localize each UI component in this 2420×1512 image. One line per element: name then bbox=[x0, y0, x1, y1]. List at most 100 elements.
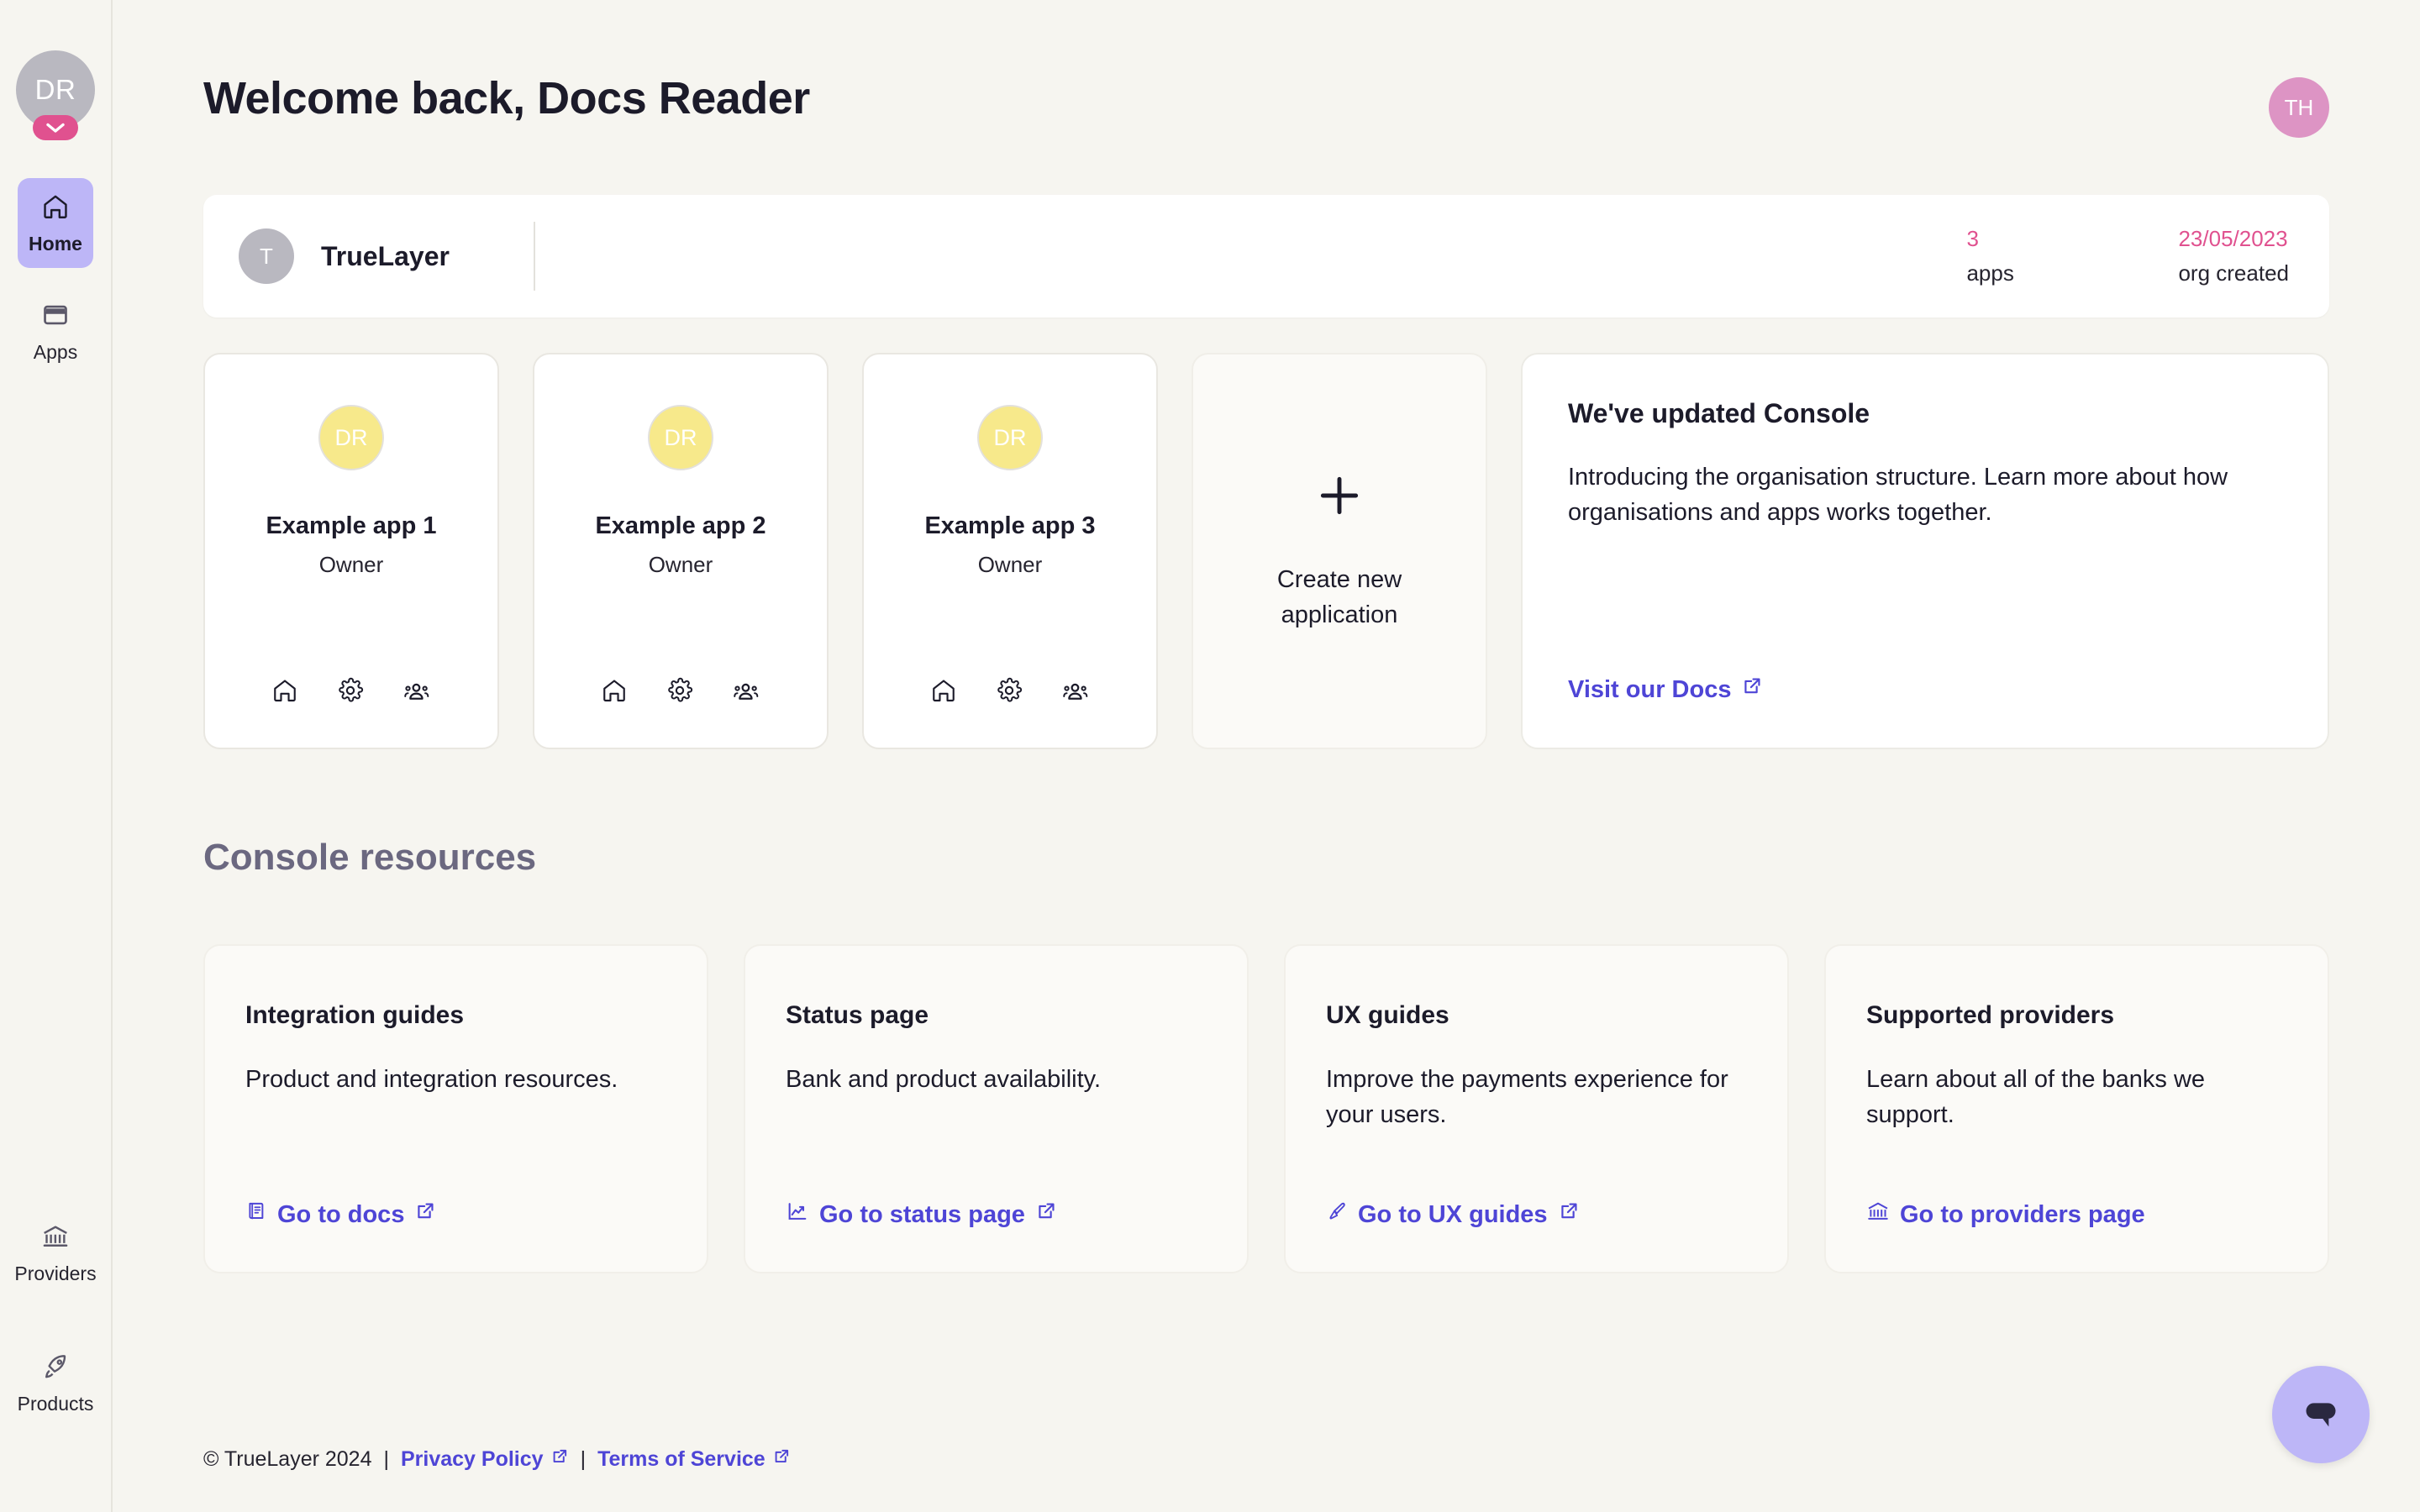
app-avatar-initials: DR bbox=[334, 424, 368, 450]
sidebar: DR Home Apps Providers Products bbox=[0, 0, 113, 1512]
sidebar-item-label: Apps bbox=[33, 341, 78, 363]
main-content: Welcome back, Docs Reader TH T TrueLayer… bbox=[113, 0, 2420, 1512]
external-link-icon bbox=[772, 1447, 791, 1472]
chart-line-icon bbox=[786, 1200, 809, 1230]
sidebar-item-label: Home bbox=[29, 233, 82, 255]
plus-icon bbox=[1313, 470, 1365, 532]
app-avatar-initials: DR bbox=[993, 424, 1027, 450]
go-to-docs-label: Go to docs bbox=[277, 1200, 405, 1228]
sidebar-item-providers[interactable]: Providers bbox=[14, 1208, 97, 1298]
resource-title: UX guides bbox=[1326, 1001, 1449, 1029]
organisation-logo-initial: T bbox=[260, 243, 273, 269]
app-avatar-initials: DR bbox=[664, 424, 697, 450]
organisation-stats: 3 apps 23/05/2023 org created bbox=[1966, 226, 2289, 286]
go-to-providers-page-link[interactable]: Go to providers page bbox=[1866, 1200, 2287, 1230]
gear-icon[interactable] bbox=[337, 677, 364, 706]
chat-bubble-icon bbox=[2297, 1389, 2344, 1441]
home-icon bbox=[41, 192, 70, 225]
home-icon[interactable] bbox=[271, 677, 298, 706]
page-header: Welcome back, Docs Reader TH bbox=[203, 72, 2329, 138]
console-home-page: DR Home Apps Providers Products Welcome … bbox=[0, 0, 2420, 1512]
stat-label: apps bbox=[1966, 260, 2014, 286]
go-to-status-page-label: Go to status page bbox=[819, 1200, 1025, 1228]
account-avatar[interactable]: TH bbox=[2269, 77, 2329, 138]
app-card[interactable]: DR Example app 1 Owner bbox=[203, 353, 499, 749]
bank-icon bbox=[41, 1222, 70, 1255]
stat-org-created: 23/05/2023 org created bbox=[2178, 226, 2289, 286]
app-avatar: DR bbox=[648, 405, 713, 470]
resource-description: Improve the payments experience for your… bbox=[1326, 1066, 1728, 1129]
app-card[interactable]: DR Example app 3 Owner bbox=[862, 353, 1158, 749]
console-update-card: We've updated Console Introducing the or… bbox=[1521, 353, 2329, 749]
promo-body: Introducing the organisation structure. … bbox=[1568, 464, 2228, 527]
chat-launcher-button[interactable] bbox=[2272, 1366, 2370, 1463]
sidebar-item-home[interactable]: Home bbox=[18, 178, 93, 268]
resource-title: Status page bbox=[786, 1001, 929, 1029]
go-to-ux-guides-link[interactable]: Go to UX guides bbox=[1326, 1200, 1747, 1230]
resource-title: Supported providers bbox=[1866, 1001, 2115, 1029]
book-icon bbox=[245, 1200, 267, 1230]
app-role: Owner bbox=[977, 552, 1043, 577]
go-to-providers-page-label: Go to providers page bbox=[1900, 1200, 2145, 1228]
gear-icon[interactable] bbox=[666, 677, 693, 706]
page-title: Welcome back, Docs Reader bbox=[203, 73, 810, 123]
footer: © TrueLayer 2024 | Privacy Policy | Term… bbox=[203, 1447, 791, 1472]
applications-row: DR Example app 1 Owner DR Example app 2 … bbox=[203, 353, 2329, 749]
resource-description: Bank and product availability. bbox=[786, 1066, 1102, 1093]
home-icon[interactable] bbox=[601, 677, 628, 706]
footer-separator: | bbox=[383, 1447, 390, 1471]
sidebar-bottom-group: Providers Products bbox=[14, 1208, 97, 1428]
console-resources-title: Console resources bbox=[203, 837, 537, 878]
privacy-policy-link[interactable]: Privacy Policy bbox=[401, 1447, 569, 1472]
go-to-docs-link[interactable]: Go to docs bbox=[245, 1200, 666, 1230]
create-new-application-card[interactable]: Create new application bbox=[1192, 353, 1487, 749]
gear-icon[interactable] bbox=[996, 677, 1023, 706]
avatar-initials: DR bbox=[34, 74, 76, 105]
resource-description: Product and integration resources. bbox=[245, 1066, 618, 1093]
privacy-policy-label: Privacy Policy bbox=[401, 1447, 544, 1471]
external-link-icon bbox=[1741, 675, 1763, 704]
organisation-name: TrueLayer bbox=[321, 240, 450, 271]
app-avatar: DR bbox=[977, 405, 1043, 470]
app-actions bbox=[271, 677, 431, 706]
app-avatar: DR bbox=[318, 405, 384, 470]
user-avatar-menu[interactable]: DR bbox=[16, 50, 95, 140]
go-to-status-page-link[interactable]: Go to status page bbox=[786, 1200, 1207, 1230]
sidebar-item-label: Products bbox=[17, 1393, 94, 1415]
copyright-text: © TrueLayer 2024 bbox=[203, 1447, 372, 1471]
resource-card-status-page: Status page Bank and product availabilit… bbox=[744, 944, 1249, 1273]
external-link-icon bbox=[1558, 1200, 1580, 1229]
users-icon[interactable] bbox=[1061, 677, 1090, 706]
app-actions bbox=[930, 677, 1090, 706]
create-new-application-label: Create new application bbox=[1277, 562, 1402, 633]
resource-description: Learn about all of the banks we support. bbox=[1866, 1066, 2206, 1129]
visit-docs-link[interactable]: Visit our Docs bbox=[1568, 675, 2282, 704]
stat-label: org created bbox=[2178, 260, 2289, 286]
users-icon[interactable] bbox=[732, 677, 760, 706]
resource-title: Integration guides bbox=[245, 1001, 465, 1029]
organisation-card: T TrueLayer 3 apps 23/05/2023 org create… bbox=[203, 195, 2329, 318]
sidebar-item-products[interactable]: Products bbox=[18, 1338, 93, 1428]
app-role: Owner bbox=[318, 552, 384, 577]
app-name: Example app 1 bbox=[266, 512, 437, 539]
home-icon[interactable] bbox=[930, 677, 957, 706]
rocket-icon bbox=[41, 1352, 70, 1385]
users-icon[interactable] bbox=[402, 677, 431, 706]
chevron-down-icon[interactable] bbox=[33, 115, 78, 140]
go-to-ux-guides-label: Go to UX guides bbox=[1358, 1200, 1548, 1228]
sidebar-item-apps[interactable]: Apps bbox=[18, 286, 93, 376]
external-link-icon bbox=[414, 1200, 436, 1229]
bank-icon bbox=[1866, 1200, 1890, 1230]
sidebar-item-label: Providers bbox=[14, 1263, 97, 1284]
app-card[interactable]: DR Example app 2 Owner bbox=[533, 353, 829, 749]
visit-docs-label: Visit our Docs bbox=[1568, 675, 1732, 703]
terms-of-service-link[interactable]: Terms of Service bbox=[597, 1447, 791, 1472]
account-avatar-initials: TH bbox=[2284, 94, 2314, 120]
organisation-logo: T bbox=[239, 228, 294, 284]
resource-card-supported-providers: Supported providers Learn about all of t… bbox=[1824, 944, 2329, 1273]
window-icon bbox=[41, 301, 70, 333]
external-link-icon bbox=[550, 1447, 569, 1472]
footer-separator: | bbox=[580, 1447, 587, 1471]
console-resources-row: Integration guides Product and integrati… bbox=[203, 944, 2329, 1273]
resource-card-ux-guides: UX guides Improve the payments experienc… bbox=[1284, 944, 1789, 1273]
